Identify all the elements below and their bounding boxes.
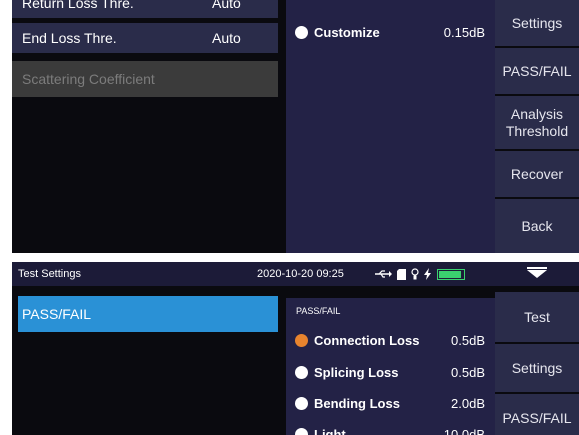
datetime: 2020-10-20 09:25 [257,268,344,280]
list-item-label: PASS/FAIL [22,306,91,322]
section-title: PASS/FAIL [296,306,341,316]
end-loss-threshold-row[interactable]: End Loss Thre. Auto [12,23,278,53]
option-value: 10.0dB [443,427,485,435]
row-label: Scattering Coefficient [22,71,155,87]
row-label: End Loss Thre. [22,30,117,46]
sd-card-icon [397,268,406,280]
menu-bar-icon [527,267,547,269]
row-value: Auto [212,0,241,11]
threshold-list: Return Loss Thre. Auto End Loss Thre. Au… [12,0,284,253]
recover-button[interactable]: Recover [495,151,579,197]
window-title: Test Settings [18,268,81,280]
option-label: Light... [314,427,357,435]
back-button[interactable]: Back [495,199,579,253]
option-label: Splicing Loss [314,365,399,380]
status-icons [374,266,465,282]
list-item-pass-fail[interactable]: PASS/FAIL [18,296,278,332]
side-menu: Settings PASS/FAIL Analysis Threshold Re… [495,0,579,253]
radio-icon [295,428,308,435]
option-splicing-loss[interactable]: Splicing Loss 0.5dB [286,360,495,386]
row-label: Return Loss Thre. [22,0,134,11]
row-value: Auto [212,30,241,46]
usb-icon [375,270,392,278]
option-customize[interactable]: Customize 0.15dB [286,20,495,46]
option-light[interactable]: Light... 10.0dB [286,422,495,435]
pass-fail-options-panel: PASS/FAIL Connection Loss 0.5dB Splicing… [286,298,495,435]
option-value: 2.0dB [451,396,485,411]
option-bending-loss[interactable]: Bending Loss 2.0dB [286,391,495,417]
return-loss-threshold-row[interactable]: Return Loss Thre. Auto [12,0,278,18]
battery-icon [437,268,465,280]
checked-icon [295,334,308,347]
option-label: Connection Loss [314,333,420,348]
pass-fail-button[interactable]: PASS/FAIL [495,394,579,435]
pass-fail-button[interactable]: PASS/FAIL [495,48,579,94]
analysis-threshold-button[interactable]: Analysis Threshold [495,96,579,149]
status-bar: Test Settings 2020-10-20 09:25 [12,262,579,286]
bottom-settings-panel: Test Settings 2020-10-20 09:25 PASS/FAIL… [12,262,579,435]
dropdown-icon[interactable] [527,270,547,278]
option-value: 0.5dB [451,365,485,380]
option-value: 0.5dB [451,333,485,348]
top-settings-panel: Return Loss Thre. Auto End Loss Thre. Au… [12,0,579,253]
radio-icon [295,26,308,39]
radio-icon [295,397,308,410]
test-button[interactable]: Test [495,292,579,342]
settings-button[interactable]: Settings [495,344,579,392]
bulb-icon [411,268,419,280]
option-label: Bending Loss [314,396,400,411]
option-value: 0.15dB [443,25,485,40]
radio-icon [295,366,308,379]
charging-icon [424,268,431,280]
scattering-coefficient-row[interactable]: Scattering Coefficient [12,61,278,97]
option-connection-loss[interactable]: Connection Loss 0.5dB [286,328,495,354]
side-menu: Test Settings PASS/FAIL [495,292,579,435]
option-label: Customize [314,25,380,40]
threshold-options-panel: Customize 0.15dB [286,0,495,253]
settings-button[interactable]: Settings [495,0,579,46]
